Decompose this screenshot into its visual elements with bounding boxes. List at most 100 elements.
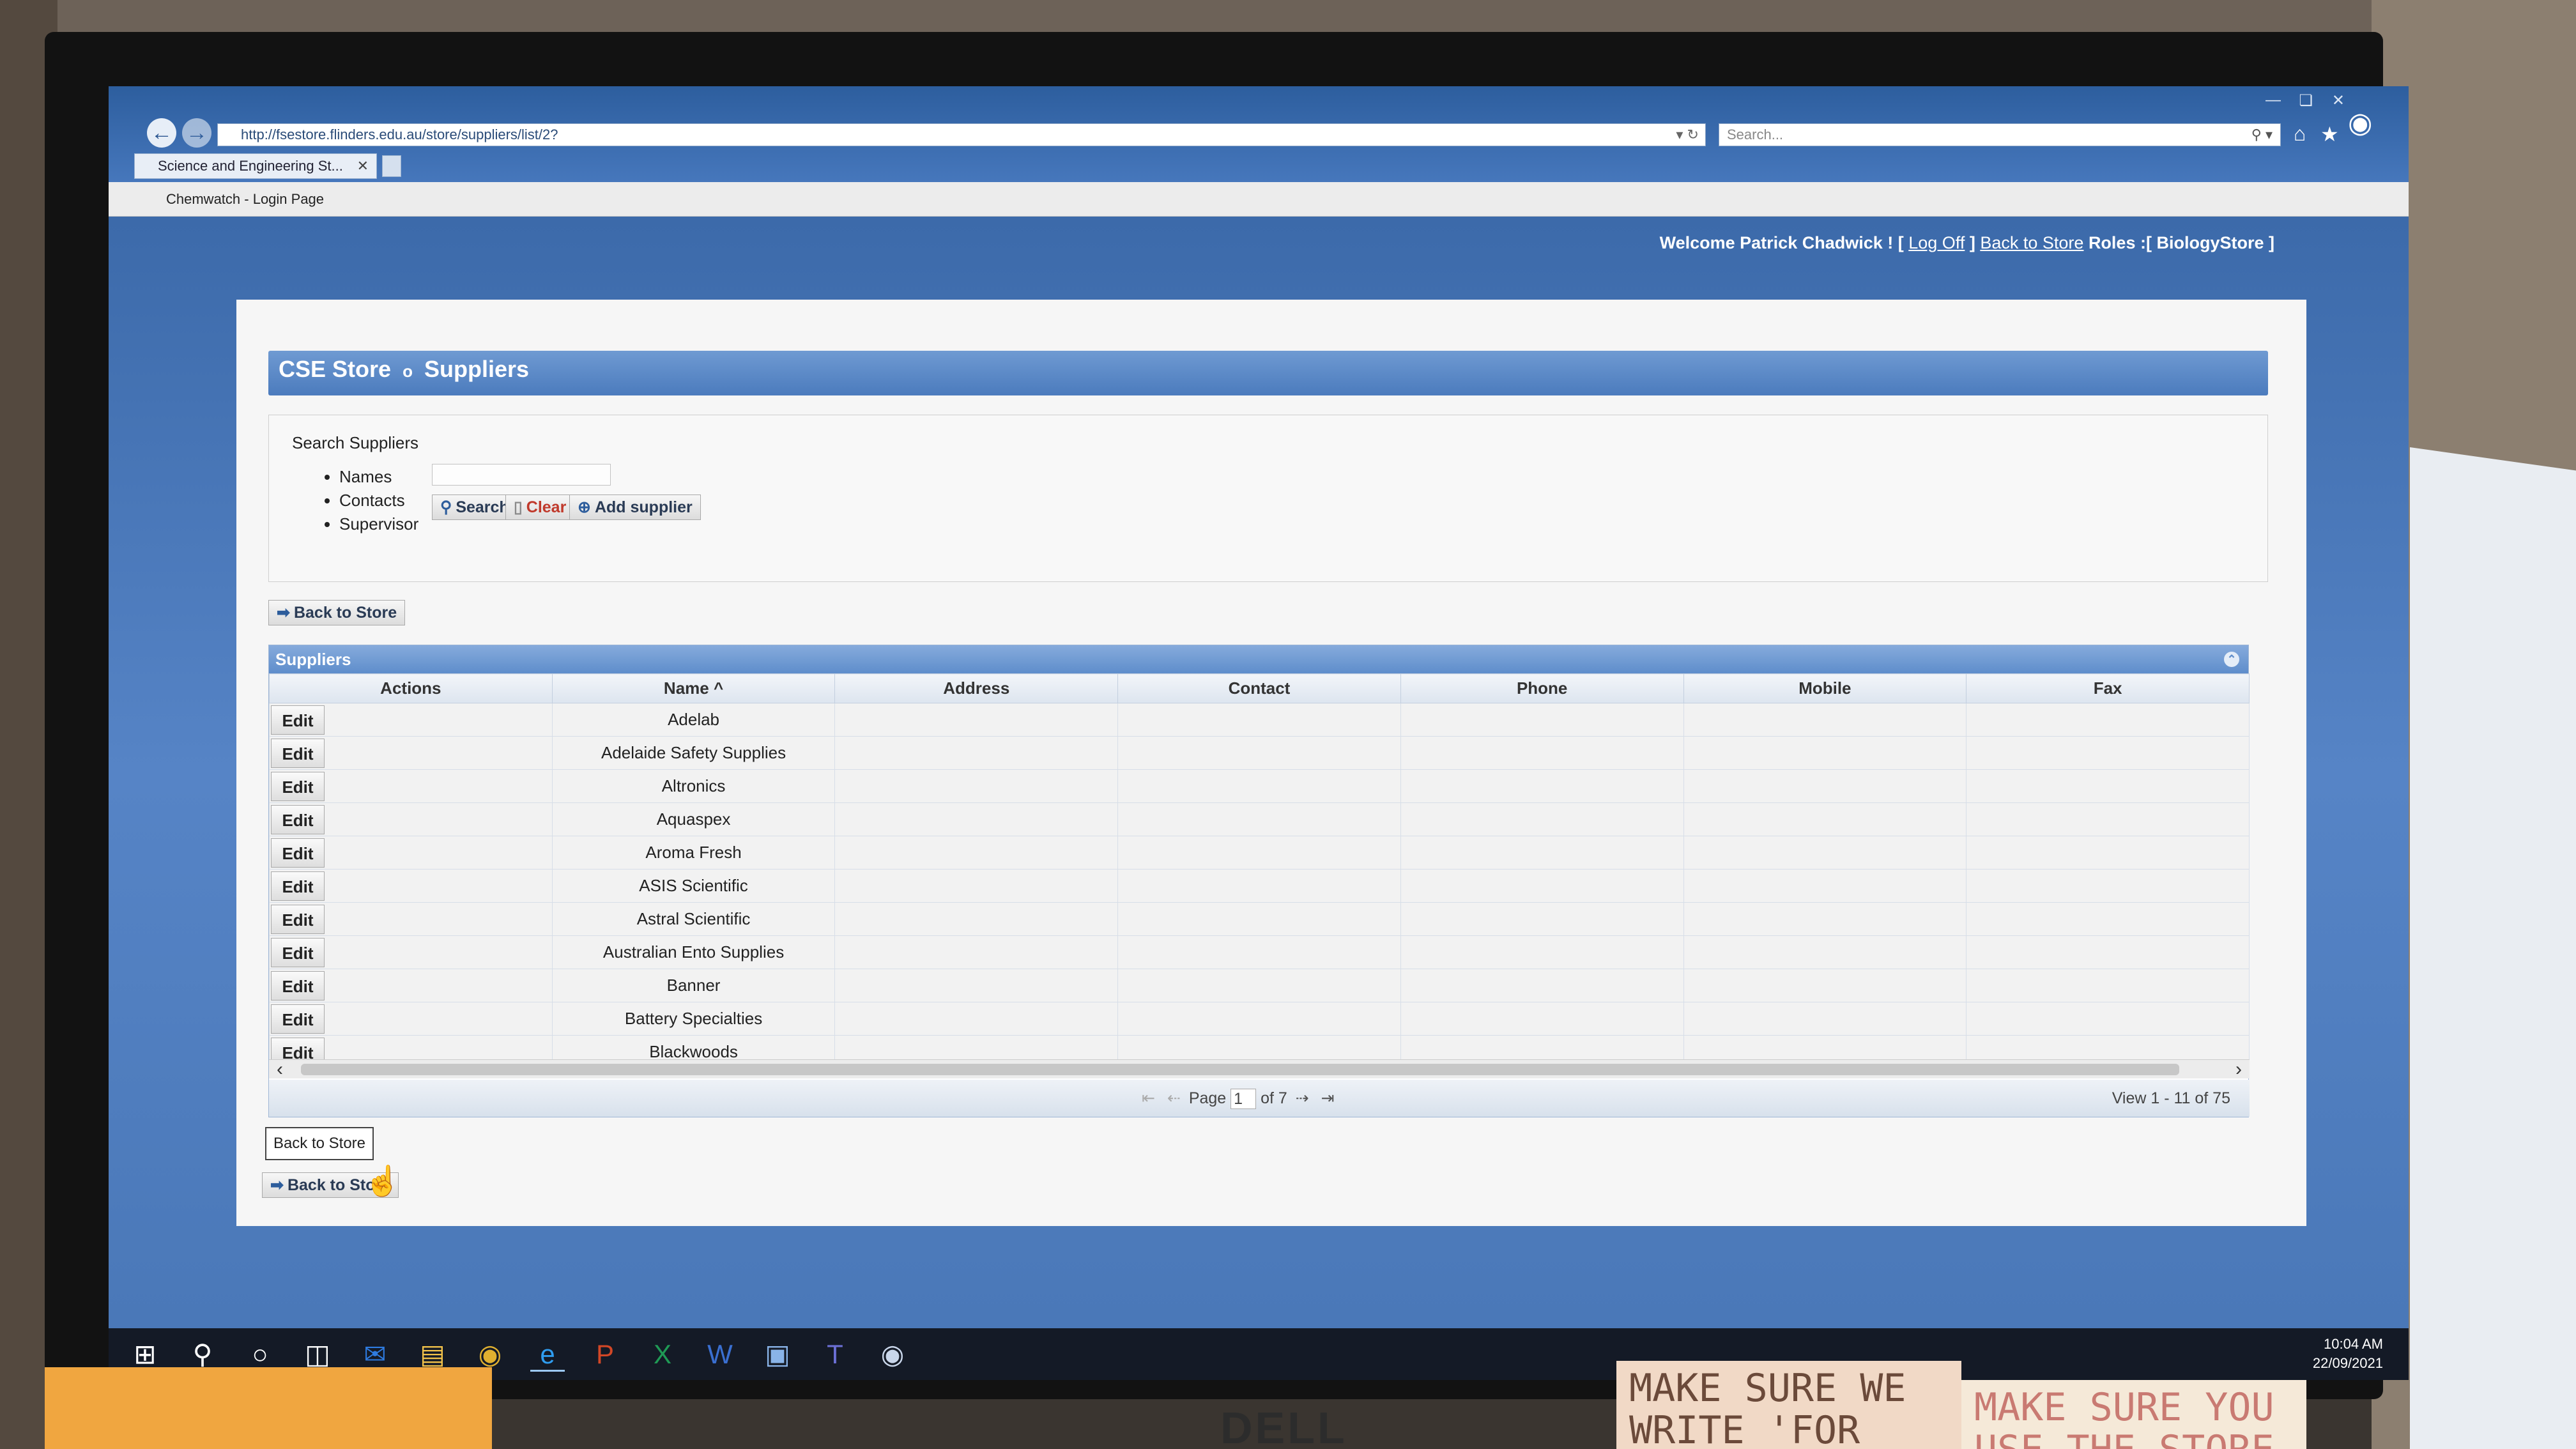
browser-tab[interactable]: Science and Engineering St... ✕ xyxy=(134,153,377,179)
suppliers-grid: Suppliers ⌃ Actions Name ^ Address Conta… xyxy=(268,645,2250,1117)
browser-search-input[interactable]: Search... ⚲ ▾ xyxy=(1719,123,2281,146)
search-button-label: Search xyxy=(456,498,509,516)
empty-cell xyxy=(1400,935,1684,969)
new-tab-button[interactable] xyxy=(382,155,401,177)
edit-button[interactable]: Edit xyxy=(271,838,325,868)
address-bar[interactable]: http://fsestore.flinders.edu.au/store/su… xyxy=(217,123,1706,146)
empty-cell xyxy=(1683,703,1967,737)
supplier-name-cell: Adelab xyxy=(551,703,836,737)
next-page-icon[interactable]: ⇢ xyxy=(1296,1089,1309,1107)
back-to-store-button-top[interactable]: ➡ Back to Store xyxy=(268,600,406,625)
pager-controls: ⇤ ⇠ Page 1 of 7 ⇢ ⇥ xyxy=(1138,1080,1338,1117)
supplier-name-cell: ASIS Scientific xyxy=(551,869,836,903)
system-clock[interactable]: 10:04 AM 22/09/2021 xyxy=(2313,1335,2383,1373)
horizontal-scrollbar[interactable]: ‹ › xyxy=(269,1059,2250,1080)
powerpoint-icon[interactable]: P xyxy=(588,1337,622,1372)
search-button[interactable]: ⚲ Search xyxy=(432,494,518,520)
favorites-star-icon[interactable]: ★ xyxy=(2320,122,2339,146)
sort-asc-icon: ^ xyxy=(713,678,724,698)
windows-start-icon[interactable]: ⊞ xyxy=(128,1337,162,1372)
task-view-icon[interactable]: ◫ xyxy=(300,1337,335,1372)
table-row: Edit Altronics xyxy=(269,769,2250,803)
col-contact[interactable]: Contact xyxy=(1117,673,1401,703)
close-window-icon[interactable]: ✕ xyxy=(2332,91,2345,110)
chat-app-icon[interactable]: ◉ xyxy=(875,1337,910,1372)
col-phone[interactable]: Phone xyxy=(1400,673,1684,703)
page-input[interactable]: 1 xyxy=(1230,1089,1257,1110)
logoff-link[interactable]: Log Off xyxy=(1908,233,1965,252)
prev-page-icon[interactable]: ⇠ xyxy=(1167,1089,1181,1107)
empty-cell xyxy=(1683,836,1967,870)
empty-cell xyxy=(1683,769,1967,803)
edit-button[interactable]: Edit xyxy=(271,804,325,834)
actions-cell: Edit xyxy=(269,969,553,1002)
url-text: http://fsestore.flinders.edu.au/store/su… xyxy=(241,126,558,142)
edit-button[interactable]: Edit xyxy=(271,970,325,1000)
remote-desktop-icon[interactable]: ▣ xyxy=(760,1337,795,1372)
col-fax[interactable]: Fax xyxy=(1966,673,2250,703)
favorite-link[interactable]: Chemwatch - Login Page xyxy=(166,191,324,207)
file-explorer-icon[interactable]: ▤ xyxy=(415,1337,450,1372)
col-actions: Actions xyxy=(269,673,553,703)
actions-cell: Edit xyxy=(269,736,553,770)
refresh-icon[interactable]: ▾ ↻ xyxy=(1676,124,1699,146)
col-mobile[interactable]: Mobile xyxy=(1683,673,1967,703)
word-icon[interactable]: W xyxy=(703,1337,737,1372)
search-icon[interactable]: ⚲ ▾ xyxy=(2251,124,2273,146)
restore-icon[interactable]: ❏ xyxy=(2299,91,2313,110)
profile-icon[interactable]: ◉ xyxy=(2348,107,2372,139)
table-row: Edit Battery Specialties xyxy=(269,1002,2250,1036)
col-address[interactable]: Address xyxy=(834,673,1119,703)
first-page-icon[interactable]: ⇤ xyxy=(1142,1089,1155,1107)
collapse-icon[interactable]: ⌃ xyxy=(2224,652,2239,667)
outlook-icon[interactable]: ✉ xyxy=(358,1337,392,1372)
forward-arrow-icon[interactable]: → xyxy=(182,118,211,148)
last-page-icon[interactable]: ⇥ xyxy=(1321,1089,1335,1107)
add-supplier-button[interactable]: ⊕ Add supplier xyxy=(569,494,701,520)
pager: ⇤ ⇠ Page 1 of 7 ⇢ ⇥ View 1 - 11 of 75 xyxy=(269,1080,2250,1117)
excel-icon[interactable]: X xyxy=(645,1337,680,1372)
edit-button[interactable]: Edit xyxy=(271,705,325,735)
back-arrow-icon[interactable]: ← xyxy=(147,118,176,148)
edit-button[interactable]: Edit xyxy=(271,904,325,934)
col-name[interactable]: Name ^ xyxy=(551,673,836,703)
supplier-name-cell: Battery Specialties xyxy=(551,1002,836,1036)
scrollbar-thumb[interactable] xyxy=(301,1064,2179,1075)
breadcrumb-store[interactable]: CSE Store xyxy=(279,356,391,382)
plus-circle-icon: ⊕ xyxy=(578,498,591,516)
cortana-icon[interactable]: ○ xyxy=(243,1337,277,1372)
close-tab-icon[interactable]: ✕ xyxy=(357,154,369,178)
edit-button[interactable]: Edit xyxy=(271,771,325,801)
roles-label: Roles :[ xyxy=(2088,233,2152,252)
actions-cell: Edit xyxy=(269,802,553,836)
back-to-store-label: Back to Store xyxy=(293,604,397,622)
empty-cell xyxy=(1683,935,1967,969)
teams-icon[interactable]: T xyxy=(818,1337,852,1372)
empty-cell xyxy=(1683,736,1967,770)
monitor-bezel: — ❏ ✕ ← → http://fsestore.flinders.edu.a… xyxy=(45,32,2409,1449)
empty-cell xyxy=(1400,836,1684,870)
edit-button[interactable]: Edit xyxy=(271,937,325,967)
names-search-input[interactable] xyxy=(432,464,611,486)
empty-cell xyxy=(1966,836,2250,870)
edit-button[interactable]: Edit xyxy=(271,738,325,768)
table-row: Edit Banner xyxy=(269,969,2250,1002)
home-icon[interactable]: ⌂ xyxy=(2294,122,2306,146)
actions-cell: Edit xyxy=(269,703,553,737)
minimize-icon[interactable]: — xyxy=(2266,91,2281,109)
clear-button[interactable]: ▯ Clear xyxy=(505,494,575,520)
empty-cell xyxy=(1683,902,1967,936)
scroll-right-icon[interactable]: › xyxy=(2235,1059,2242,1080)
table-row: Edit Aroma Fresh xyxy=(269,836,2250,870)
grid-caption: Suppliers ⌃ xyxy=(269,645,2248,673)
edit-button[interactable]: Edit xyxy=(271,871,325,901)
internet-explorer-icon[interactable]: e xyxy=(530,1337,565,1372)
edit-button[interactable]: Edit xyxy=(271,1004,325,1034)
scroll-left-icon[interactable]: ‹ xyxy=(277,1059,283,1080)
dell-logo: DELL xyxy=(1220,1403,1347,1449)
empty-cell xyxy=(834,769,1119,803)
search-icon[interactable]: ⚲ xyxy=(185,1337,220,1372)
chrome-icon[interactable]: ◉ xyxy=(473,1337,507,1372)
back-to-store-link[interactable]: Back to Store xyxy=(1980,233,2083,252)
view-count: View 1 - 11 of 75 xyxy=(2112,1089,2230,1107)
